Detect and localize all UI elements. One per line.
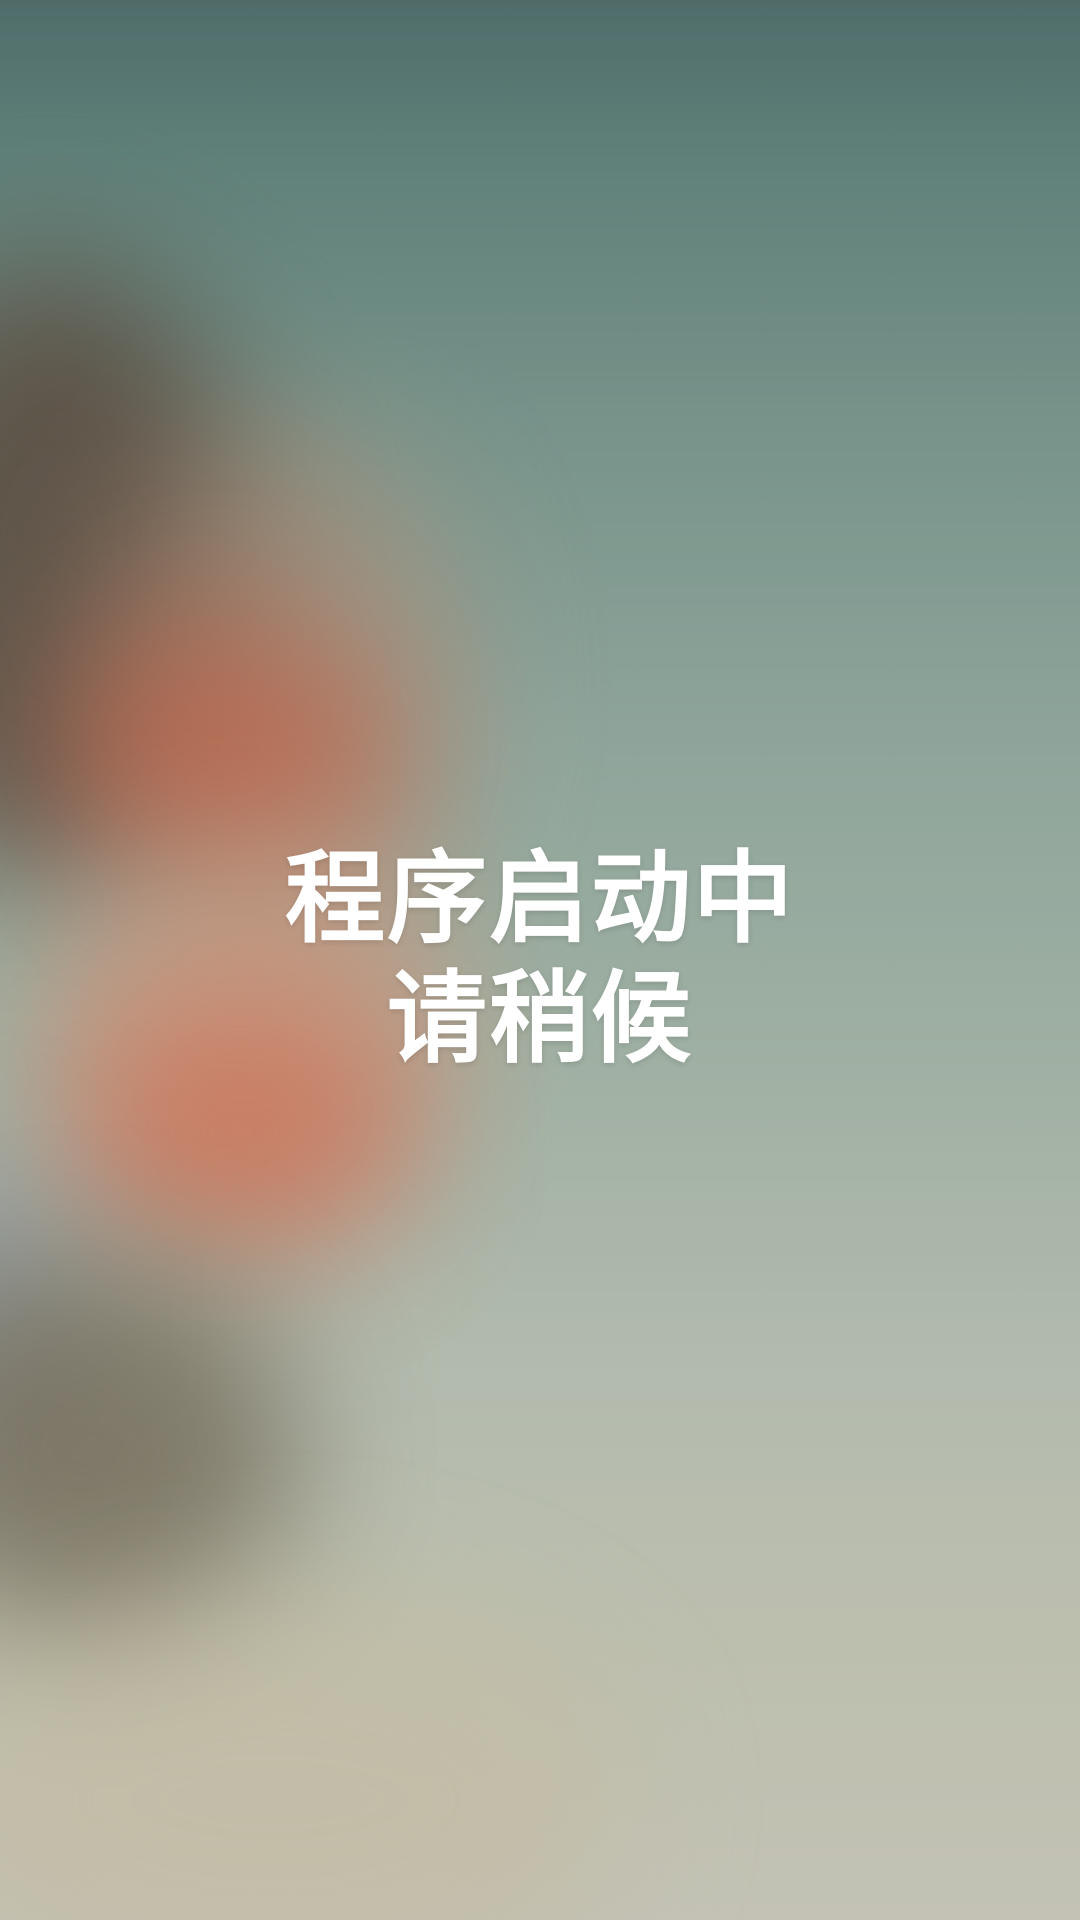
splash-screen: 程序启动中 请稍候: [0, 0, 1080, 1920]
background-blur-beige-bottom: [0, 1600, 620, 1920]
loading-title: 程序启动中: [285, 839, 795, 957]
loading-message: 程序启动中 请稍候: [0, 838, 1080, 1078]
loading-subtitle: 请稍候: [387, 959, 693, 1077]
background-blur-dark-lower: [0, 1260, 300, 1640]
